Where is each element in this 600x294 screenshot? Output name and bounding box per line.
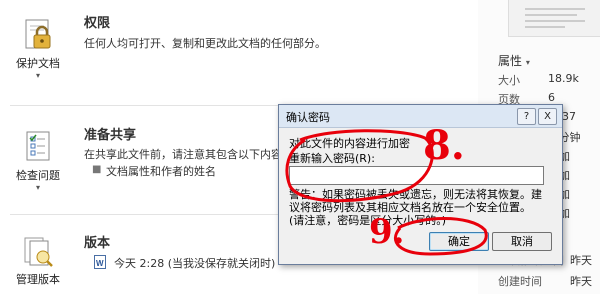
annotation-step-9: 9. [369,212,405,252]
annotation-circle-input [285,129,434,203]
annotation-overlay [285,129,488,256]
annotation-step-8: 8. [423,122,465,169]
annotation-circle-ok [393,217,488,256]
